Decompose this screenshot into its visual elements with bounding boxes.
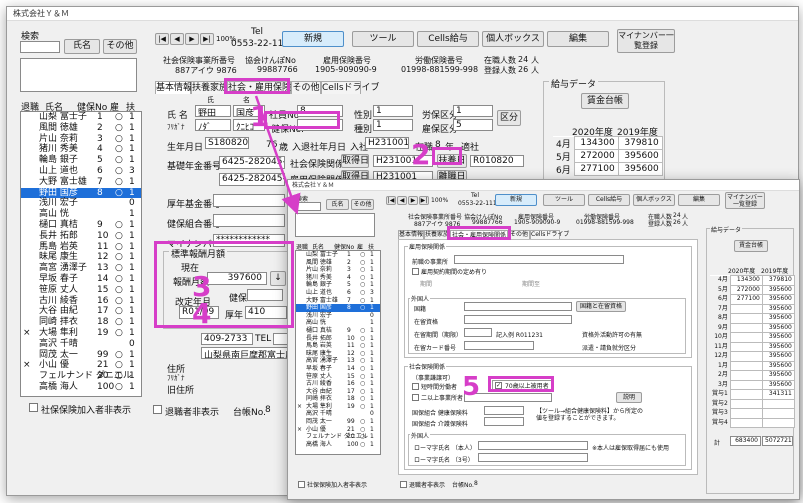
arrow-to-front-tab <box>254 95 301 215</box>
